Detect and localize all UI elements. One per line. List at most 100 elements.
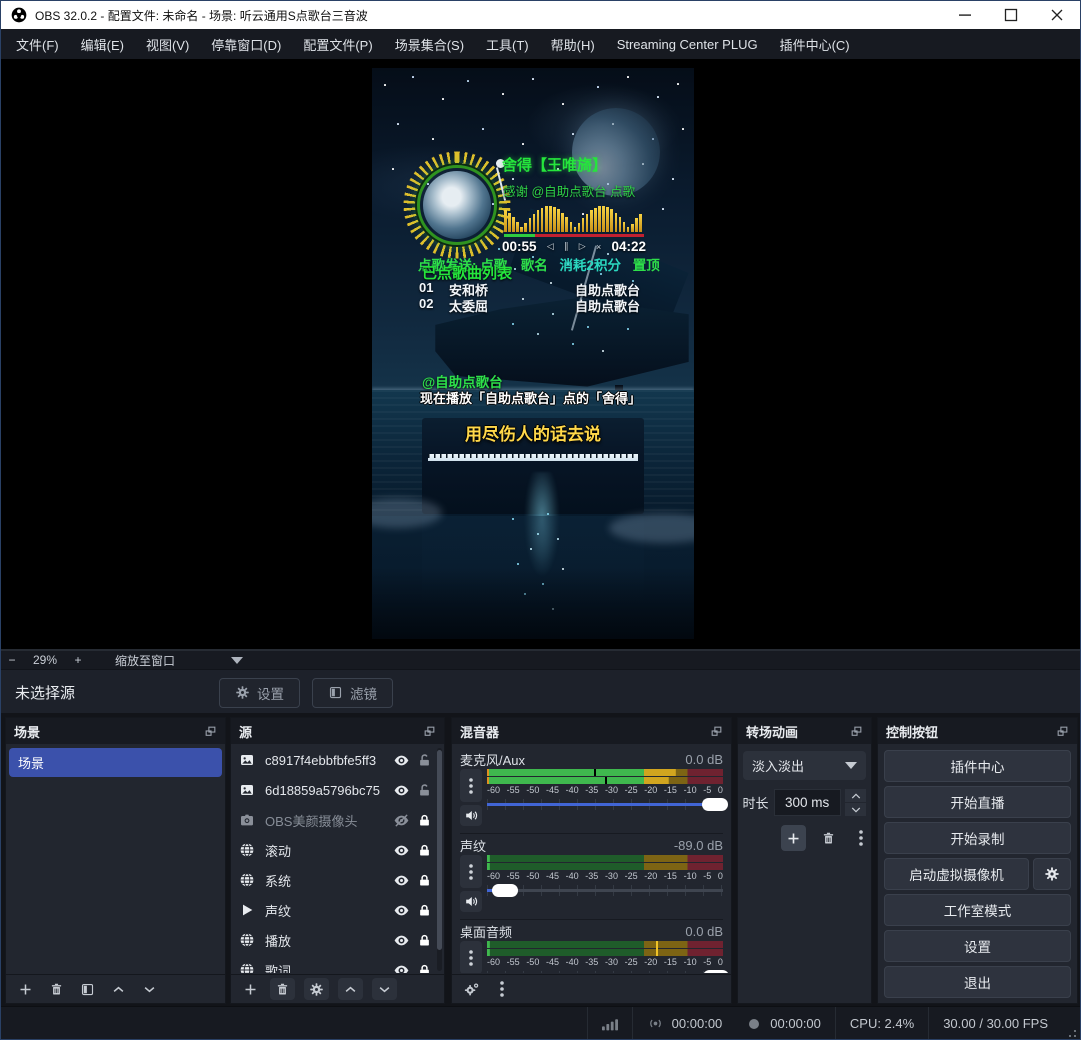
minimize-button[interactable] (942, 1, 988, 29)
menu-streaming-center[interactable]: Streaming Center PLUG (606, 29, 769, 59)
scenes-panel-header[interactable]: 场景 (6, 718, 225, 744)
lock-closed-icon[interactable] (413, 903, 436, 918)
plugin-center-button[interactable]: 插件中心 (884, 750, 1071, 782)
source-row[interactable]: OBS美颜摄像头 (231, 805, 444, 835)
virtual-camera-settings-button[interactable] (1033, 858, 1071, 890)
menu-docks[interactable]: 停靠窗口(D) (200, 29, 292, 59)
lock-closed-icon[interactable] (413, 813, 436, 828)
menu-profile[interactable]: 配置文件(P) (292, 29, 383, 59)
zoom-in-button[interactable]: + (67, 653, 89, 667)
add-scene-button[interactable] (14, 978, 36, 1000)
source-list: c8917f4ebbfbfe5ff3 6d18859a5796bc75 OBS美… (231, 745, 444, 973)
popup-icon[interactable] (204, 725, 217, 738)
channel-menu-button[interactable] (460, 941, 482, 973)
visibility-icon[interactable] (390, 842, 413, 859)
start-recording-button[interactable]: 开始录制 (884, 822, 1071, 854)
add-transition-button[interactable] (781, 825, 806, 851)
popup-icon[interactable] (423, 725, 436, 738)
filters-button[interactable]: 滤镜 (312, 678, 393, 708)
lock-closed-icon[interactable] (413, 843, 436, 858)
move-source-up-button[interactable] (338, 978, 363, 1000)
popup-icon[interactable] (850, 725, 863, 738)
channel-menu-button[interactable] (460, 855, 482, 888)
visibility-icon[interactable] (390, 932, 413, 949)
lock-closed-icon[interactable] (413, 873, 436, 888)
sources-scrollbar[interactable] (437, 748, 442, 971)
move-scene-up-button[interactable] (107, 978, 129, 1000)
visibility-icon[interactable] (390, 782, 413, 799)
source-row[interactable]: 歌词 (231, 955, 444, 973)
maximize-button[interactable] (988, 1, 1034, 29)
menu-view[interactable]: 视图(V) (135, 29, 200, 59)
start-streaming-button[interactable]: 开始直播 (884, 786, 1071, 818)
visibility-icon[interactable] (390, 962, 413, 974)
source-row[interactable]: 6d18859a5796bc75 (231, 775, 444, 805)
speaker-icon[interactable] (460, 805, 482, 826)
zoom-percent: 29% (23, 653, 67, 667)
exit-button[interactable]: 退出 (884, 966, 1071, 998)
album-art (417, 165, 497, 245)
close-button[interactable] (1034, 1, 1080, 29)
settings-button[interactable]: 设置 (884, 930, 1071, 962)
chevron-down-icon (845, 762, 857, 769)
source-row[interactable]: 系统 (231, 865, 444, 895)
menu-edit[interactable]: 编辑(E) (70, 29, 135, 59)
visibility-icon[interactable] (390, 872, 413, 889)
lock-closed-icon[interactable] (413, 963, 436, 974)
volume-slider-handle[interactable] (702, 798, 728, 811)
duration-decrease-button[interactable] (845, 803, 866, 816)
menu-tools[interactable]: 工具(T) (475, 29, 540, 59)
remove-scene-button[interactable] (45, 978, 67, 1000)
start-virtual-camera-button[interactable]: 启动虚拟摄像机 (884, 858, 1029, 890)
fit-to-window-label[interactable]: 缩放至窗口 (115, 652, 175, 669)
transition-select[interactable]: 淡入淡出 (743, 751, 866, 780)
lock-open-icon[interactable] (413, 753, 436, 768)
remove-transition-button[interactable] (819, 827, 839, 849)
studio-mode-button[interactable]: 工作室模式 (884, 894, 1071, 926)
move-source-down-button[interactable] (372, 978, 397, 1000)
add-source-button[interactable] (239, 978, 261, 1000)
properties-button[interactable]: 设置 (219, 678, 300, 708)
move-scene-down-button[interactable] (138, 978, 160, 1000)
popup-icon[interactable] (710, 725, 723, 738)
transitions-panel-header[interactable]: 转场动画 (738, 718, 871, 744)
lock-closed-icon[interactable] (413, 933, 436, 948)
sources-panel-header[interactable]: 源 (231, 718, 444, 744)
popup-icon[interactable] (1056, 725, 1069, 738)
volume-slider-handle[interactable] (492, 884, 518, 897)
menu-file[interactable]: 文件(F) (5, 29, 70, 59)
remove-source-button[interactable] (270, 978, 295, 1000)
volume-slider[interactable] (487, 797, 723, 812)
source-row[interactable]: 播放 (231, 925, 444, 955)
preview-canvas[interactable]: 舍得【王唯旖】 感谢 @自助点歌台 点歌 00:55 ◁ ∥ ▷ × 04:22… (1, 59, 1080, 649)
visibility-off-icon[interactable] (390, 812, 413, 829)
zoom-dropdown-icon[interactable] (231, 657, 243, 664)
zoom-out-button[interactable]: − (1, 653, 23, 667)
controls-panel-header[interactable]: 控制按钮 (878, 718, 1077, 744)
lock-open-icon[interactable] (413, 783, 436, 798)
visibility-icon[interactable] (390, 752, 413, 769)
resize-grip[interactable] (1064, 1025, 1076, 1037)
mixer-panel-header[interactable]: 混音器 (452, 718, 731, 744)
menu-help[interactable]: 帮助(H) (540, 29, 606, 59)
volume-slider[interactable] (487, 883, 723, 898)
source-row[interactable]: 声纹 (231, 895, 444, 925)
duration-input[interactable]: 300 ms (774, 789, 841, 816)
channel-menu-button[interactable] (460, 769, 482, 802)
titlebar[interactable]: OBS 32.0.2 - 配置文件: 未命名 - 场景: 听云通用S点歌台三音波 (1, 1, 1080, 29)
volume-slider-handle[interactable] (703, 970, 729, 973)
mixer-menu-button[interactable] (491, 978, 513, 1000)
duration-increase-button[interactable] (845, 789, 866, 802)
volume-slider[interactable] (487, 969, 723, 973)
scene-filters-button[interactable] (76, 978, 98, 1000)
source-row[interactable]: c8917f4ebbfbfe5ff3 (231, 745, 444, 775)
speaker-icon[interactable] (460, 891, 482, 912)
menu-scene-collection[interactable]: 场景集合(S) (384, 29, 475, 59)
menu-plugin-center[interactable]: 插件中心(C) (769, 29, 861, 59)
visibility-icon[interactable] (390, 902, 413, 919)
source-properties-button[interactable] (304, 978, 329, 1000)
source-row[interactable]: 滚动 (231, 835, 444, 865)
transition-menu-button[interactable] (851, 827, 871, 849)
advanced-audio-button[interactable] (460, 978, 482, 1000)
scene-item-selected[interactable]: 场景 (9, 748, 222, 777)
